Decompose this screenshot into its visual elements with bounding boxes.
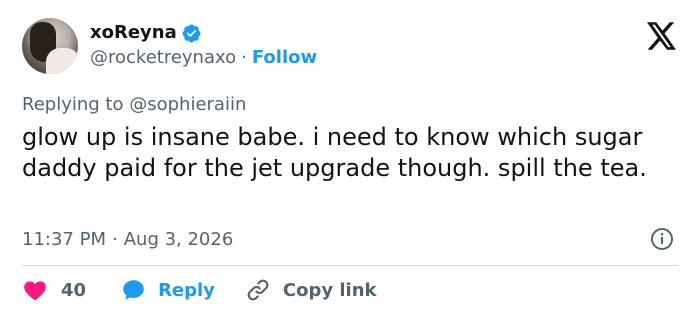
- tweet-date: Aug 3, 2026: [123, 229, 234, 250]
- tweet-time: 11:37 PM: [22, 229, 106, 250]
- tweet-text: glow up is insane babe. i need to know w…: [22, 123, 647, 182]
- handle-row: @rocketreynaxo · Follow: [90, 45, 317, 71]
- x-logo-icon[interactable]: [647, 22, 677, 50]
- copy-link-label: Copy link: [282, 279, 377, 301]
- reply-bubble-icon: [123, 280, 144, 300]
- reply-button[interactable]: Reply: [120, 277, 215, 303]
- timestamp-separator: ·: [111, 229, 118, 250]
- reply-label: Reply: [158, 279, 215, 301]
- tweet-header: xoReyna @rocketreynaxo · Follow: [22, 15, 317, 77]
- name-row: xoReyna: [90, 21, 317, 45]
- copy-link-button[interactable]: Copy link: [245, 277, 377, 303]
- handle-separator: ·: [241, 47, 247, 68]
- user-handle[interactable]: @rocketreynaxo: [90, 45, 236, 71]
- tweet-timestamp[interactable]: 11:37 PM · Aug 3, 2026: [22, 228, 233, 252]
- verified-badge-icon: [182, 24, 201, 42]
- info-icon[interactable]: [650, 227, 674, 251]
- replying-to-prefix: Replying to: [22, 94, 124, 115]
- like-count: 40: [61, 279, 87, 301]
- tweet-card: xoReyna @rocketreynaxo · Follow Replying…: [0, 0, 700, 318]
- action-bar: 40 Reply Copy link: [22, 277, 377, 303]
- like-button[interactable]: 40: [22, 277, 86, 303]
- replying-to: Replying to @sophieraiin: [22, 92, 246, 118]
- display-name[interactable]: xoReyna: [90, 21, 177, 45]
- follow-link[interactable]: Follow: [252, 45, 317, 71]
- heart-icon: [24, 281, 46, 301]
- divider: [22, 265, 678, 266]
- user-info: xoReyna @rocketreynaxo · Follow: [90, 21, 317, 71]
- avatar[interactable]: [22, 18, 78, 74]
- link-icon: [247, 279, 269, 301]
- replying-to-mention[interactable]: @sophieraiin: [129, 94, 246, 115]
